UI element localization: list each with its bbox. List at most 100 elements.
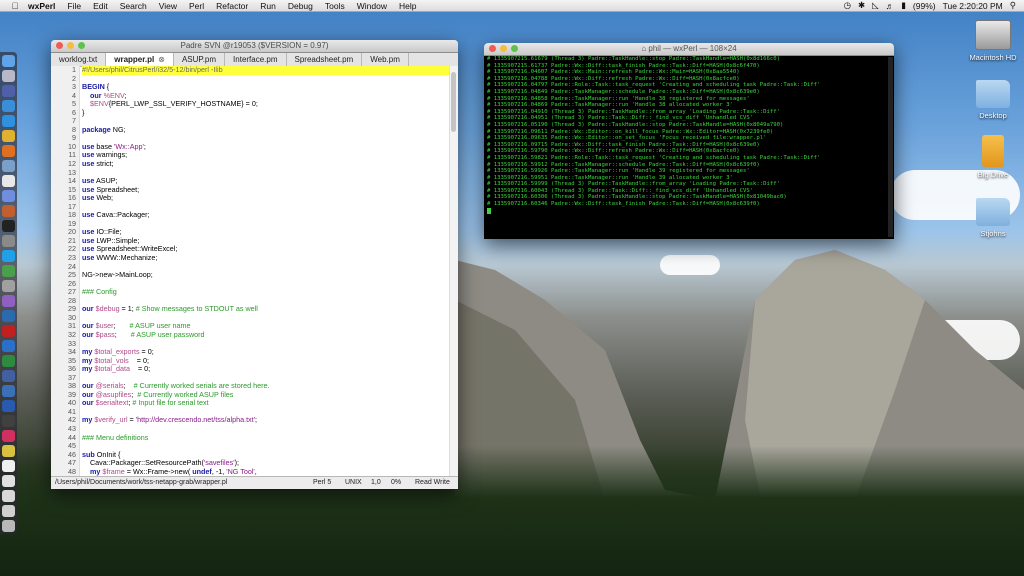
code-line[interactable]: my $total_data = 0; <box>82 364 449 374</box>
editor-scrollbar[interactable] <box>449 66 458 477</box>
code-line[interactable]: use Web; <box>82 193 449 203</box>
word-icon[interactable] <box>2 400 15 412</box>
menu-refactor[interactable]: Refactor <box>210 1 254 11</box>
scrollbar-thumb[interactable] <box>451 72 456 132</box>
tab-wrapper[interactable]: wrapper.pl ⊗ <box>106 53 174 66</box>
code-line[interactable] <box>82 169 449 178</box>
battery-percent[interactable]: (99%) <box>913 1 936 11</box>
terminal-scrollbar[interactable] <box>888 57 893 237</box>
terminal-titlebar[interactable]: ⌂ phil — wxPerl — 108×24 <box>484 43 894 56</box>
code-line[interactable]: ### Menu definitions <box>82 433 449 443</box>
tab-web[interactable]: Web.pm <box>362 53 409 66</box>
bluetooth-icon[interactable]: ✱ <box>858 0 865 11</box>
code-line[interactable] <box>82 75 449 84</box>
volume-icon[interactable]: ♬ <box>886 1 895 11</box>
menu-file[interactable]: File <box>61 1 87 11</box>
mail-icon[interactable] <box>2 160 15 172</box>
close-window-button[interactable] <box>56 42 63 49</box>
firefox-icon[interactable] <box>2 145 15 157</box>
document2-icon[interactable] <box>2 475 15 487</box>
code-line[interactable]: } <box>82 108 449 118</box>
chrome2-icon[interactable] <box>2 445 15 457</box>
music-icon[interactable] <box>2 430 15 442</box>
code-line[interactable]: package NG; <box>82 125 449 135</box>
code-line[interactable]: use strict; <box>82 159 449 169</box>
minimize-window-button[interactable] <box>500 45 507 52</box>
vmware-icon[interactable] <box>2 280 15 292</box>
excel-icon[interactable] <box>2 355 15 367</box>
zoom-window-button[interactable] <box>511 45 518 52</box>
utility-icon[interactable] <box>2 340 15 352</box>
editor-titlebar[interactable]: Padre SVN @r19053 ($VERSION = 0.97) <box>51 40 458 53</box>
menu-edit[interactable]: Edit <box>87 1 114 11</box>
menu-run[interactable]: Run <box>254 1 282 11</box>
trash-icon[interactable] <box>2 520 15 532</box>
code-line[interactable]: BEGIN { <box>82 82 449 92</box>
network-icon[interactable] <box>2 265 15 277</box>
code-text-area[interactable]: #!/Users/phil/CitrusPerl/i32/5-12/bin/pe… <box>80 66 449 477</box>
photo-icon[interactable] <box>2 205 15 217</box>
code-line[interactable]: our $pass; # ASUP user password <box>82 330 449 340</box>
wifi-icon[interactable]: ◺ <box>872 0 879 11</box>
perl-icon[interactable] <box>2 370 15 382</box>
menu-view[interactable]: View <box>153 1 183 11</box>
safari-icon[interactable] <box>2 115 15 127</box>
code-line[interactable]: our $debug = 1; # Show messages to STDOU… <box>82 305 449 314</box>
code-line[interactable] <box>82 280 449 289</box>
preferences-icon[interactable] <box>2 235 15 247</box>
activity-icon[interactable] <box>2 415 15 427</box>
menu-tools[interactable]: Tools <box>319 1 351 11</box>
code-line[interactable]: $ENV{PERL_LWP_SSL_VERIFY_HOSTNAME} = 0; <box>82 99 449 109</box>
document-icon[interactable] <box>2 460 15 472</box>
code-line[interactable] <box>82 442 449 451</box>
code-line[interactable] <box>82 220 449 229</box>
code-editor[interactable]: 1 2 3 4 5 6 7 8 9 10 11 12 13 14 15 16 17 18 19 20 21 22 23 24 2… <box>51 66 458 477</box>
apple-menu-icon[interactable]:  <box>8 1 22 11</box>
downloads-icon[interactable] <box>2 505 15 517</box>
terminal-icon[interactable] <box>2 220 15 232</box>
mission-control-icon[interactable] <box>2 85 15 97</box>
launchpad-icon[interactable] <box>2 70 15 82</box>
menu-help[interactable]: Help <box>393 1 422 11</box>
code-line[interactable]: my $frame = Wx::Frame->new( undef, -1, '… <box>82 467 449 477</box>
desktop-icon-desktop[interactable]: Desktop <box>958 80 1024 120</box>
desktop-icon-stjohns[interactable]: Stjohns <box>958 198 1024 238</box>
code-line[interactable]: our $serialtext; # Input file for serial… <box>82 399 449 408</box>
skype-icon[interactable] <box>2 250 15 262</box>
stack-icon[interactable] <box>2 490 15 502</box>
app-menu[interactable]: wxPerl <box>22 1 61 11</box>
minimize-window-button[interactable] <box>67 42 74 49</box>
tab-interface[interactable]: Interface.pm <box>225 53 287 66</box>
code-line[interactable]: NG->new->MainLoop; <box>82 271 449 280</box>
clock[interactable]: Tue 2:20:20 PM <box>943 1 1003 11</box>
code-line[interactable]: my $verify_url = 'http://dev.crescendo.n… <box>82 416 449 425</box>
wireshark-icon[interactable] <box>2 310 15 322</box>
menu-window[interactable]: Window <box>351 1 393 11</box>
close-tab-icon[interactable]: ⊗ <box>158 53 165 66</box>
calendar-icon[interactable] <box>2 175 15 187</box>
code-line[interactable]: use WWW::Mechanize; <box>82 253 449 263</box>
code-line[interactable]: use warnings; <box>82 151 449 160</box>
vnc-icon[interactable] <box>2 325 15 337</box>
globe-icon[interactable] <box>2 385 15 397</box>
chrome-icon[interactable] <box>2 130 15 142</box>
close-window-button[interactable] <box>489 45 496 52</box>
tab-spreadsheet[interactable]: Spreadsheet.pm <box>287 53 363 66</box>
menu-perl[interactable]: Perl <box>183 1 210 11</box>
textmate-icon[interactable] <box>2 295 15 307</box>
spotlight-icon[interactable]: ⚲ <box>1010 0 1016 11</box>
code-line[interactable]: use base 'Wx::App'; <box>82 142 449 152</box>
menu-debug[interactable]: Debug <box>282 1 319 11</box>
zoom-window-button[interactable] <box>78 42 85 49</box>
code-line[interactable]: use Cava::Packager; <box>82 211 449 220</box>
terminal-output[interactable]: # 1335907215.61679 (Thread 3) Padre::Tas… <box>487 56 886 239</box>
terminal-prompt-line[interactable] <box>487 207 886 215</box>
battery-icon[interactable]: ▮ <box>901 0 906 11</box>
code-line[interactable] <box>82 117 449 126</box>
desktop-icon-macintosh-hd[interactable]: Macintosh HD <box>958 20 1024 62</box>
code-line[interactable]: ### Config <box>82 287 449 297</box>
time-machine-icon[interactable]: ◷ <box>844 0 851 11</box>
app-store-icon[interactable] <box>2 100 15 112</box>
itunes-icon[interactable] <box>2 190 15 202</box>
tab-asup[interactable]: ASUP.pm <box>174 53 226 66</box>
